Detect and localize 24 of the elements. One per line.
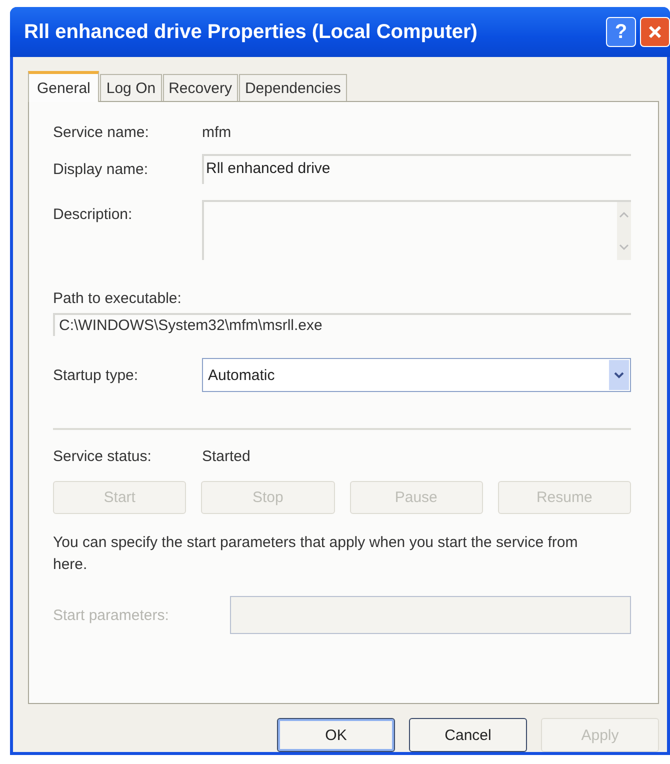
startup-type-dropdown[interactable]: Automatic — [202, 358, 631, 392]
dialog-button[interactable]: OK — [277, 718, 395, 752]
field-label: Path to executable: — [53, 290, 182, 307]
input-field[interactable]: Rll enhanced drive — [202, 154, 631, 184]
dialog-button[interactable]: Cancel — [409, 718, 527, 752]
tab[interactable]: General — [28, 71, 100, 102]
path-value: C:\WINDOWS\System32\mfm\msrll.exe — [53, 313, 631, 336]
field-label: Display name: — [53, 160, 150, 178]
window-title: Rll enhanced drive Properties (Local Computer) — [24, 20, 478, 44]
instruction-text: You can specify the start parameters that apply when you start the service from here. — [53, 533, 579, 575]
service-status-value: Started — [202, 448, 250, 465]
field-label: Start parameters: — [53, 606, 170, 624]
tab[interactable]: Log On — [100, 74, 162, 101]
tab[interactable]: Recovery — [162, 74, 238, 101]
field-label: Description: — [53, 206, 134, 223]
field-label: Startup type: — [53, 366, 140, 384]
tab[interactable]: Dependencies — [238, 74, 347, 101]
service-name-value: mfm — [202, 124, 232, 141]
field-label: Service status: — [53, 448, 152, 465]
close-button[interactable] — [640, 17, 670, 47]
field-label: Service name: — [53, 124, 150, 141]
close-icon[interactable] — [647, 24, 663, 40]
scroll-bar[interactable] — [617, 202, 631, 260]
help-button[interactable]: ? — [606, 17, 636, 47]
